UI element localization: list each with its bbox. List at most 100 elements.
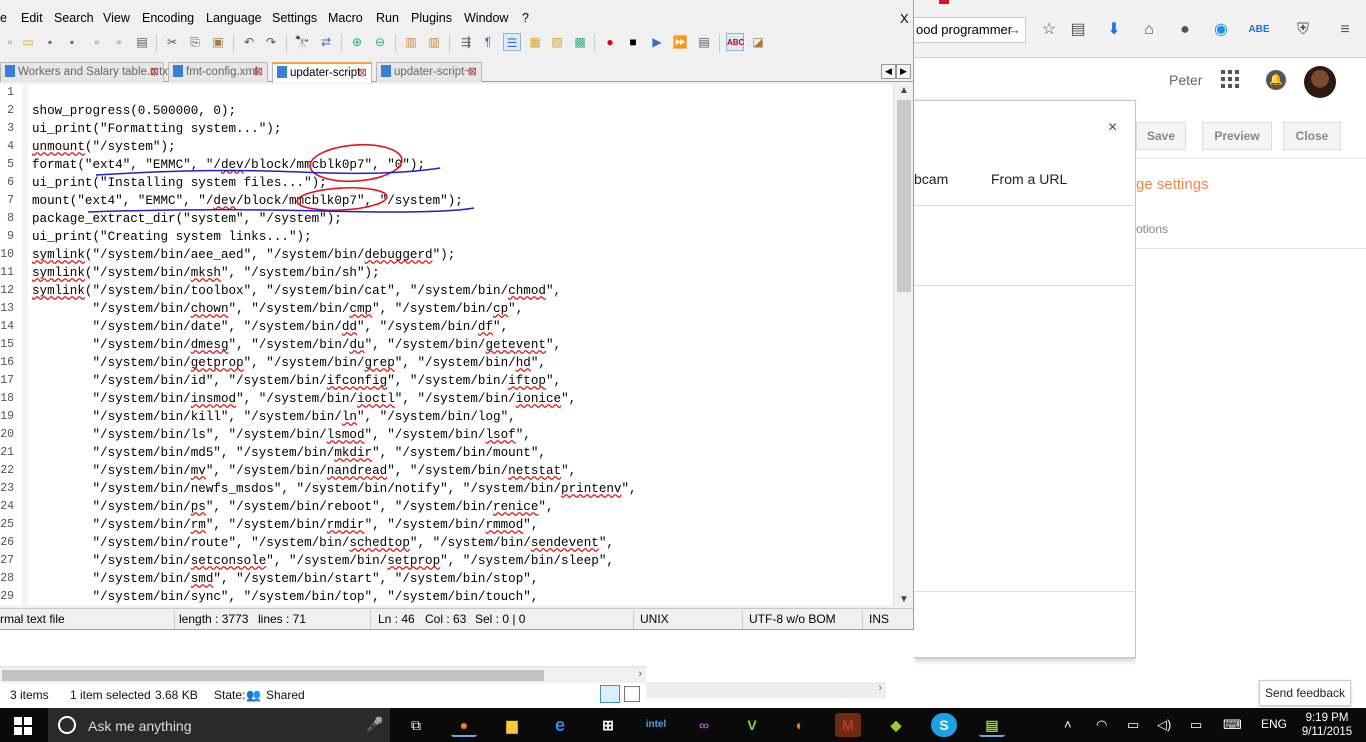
- file-explorer-icon[interactable]: ▆: [499, 713, 525, 737]
- skype-icon[interactable]: S: [931, 713, 957, 737]
- code-line[interactable]: symlink("/system/bin/mksh", "/system/bin…: [32, 264, 380, 282]
- keyboard-icon[interactable]: ⌨: [1223, 717, 1242, 733]
- record-macro-icon[interactable]: ●: [601, 33, 619, 51]
- code-line[interactable]: "/system/bin/md5", "/system/bin/mkdir", …: [32, 444, 545, 462]
- menu-macro[interactable]: Macro: [328, 11, 363, 25]
- visual-studio-icon[interactable]: ∞: [691, 713, 717, 737]
- encoding[interactable]: UTF-8 w/o BOM: [749, 612, 836, 626]
- send-feedback-button[interactable]: Send feedback: [1259, 680, 1351, 706]
- insert-mode[interactable]: INS: [869, 612, 889, 626]
- menu-run[interactable]: Run: [376, 11, 399, 25]
- go-arrow-icon[interactable]: →: [1008, 18, 1021, 42]
- close-icon[interactable]: ▫: [88, 33, 106, 51]
- code-line[interactable]: "/system/bin/kill", "/system/bin/ln", "/…: [32, 408, 515, 426]
- vim-icon[interactable]: V: [739, 713, 765, 737]
- firefox-dev-icon[interactable]: ◐: [787, 713, 813, 737]
- large-icons-view-icon[interactable]: [624, 686, 640, 702]
- volume-icon[interactable]: ◁): [1157, 717, 1171, 733]
- code-line[interactable]: symlink("/system/bin/aee_aed", "/system/…: [32, 246, 455, 264]
- notifications-bell-icon[interactable]: 🔔: [1266, 70, 1286, 90]
- menu-view[interactable]: View: [103, 11, 130, 25]
- tab-webcam[interactable]: bcam: [914, 171, 948, 187]
- indent-guide-icon[interactable]: ☰: [503, 33, 521, 51]
- tab-close-icon[interactable]: ⊠: [358, 64, 367, 82]
- code-line[interactable]: ui_print("Formatting system...");: [32, 120, 281, 138]
- user-name[interactable]: Peter: [1169, 72, 1202, 88]
- code-line[interactable]: "/system/bin/setconsole", "/system/bin/s…: [32, 552, 614, 570]
- code-line[interactable]: mount("ext4", "EMMC", "/dev/block/mmcblk…: [32, 192, 463, 210]
- preview-button[interactable]: Preview: [1202, 122, 1272, 150]
- save-button[interactable]: Save: [1136, 122, 1186, 150]
- menu-e[interactable]: e: [0, 11, 7, 25]
- print-icon[interactable]: ▤: [133, 33, 151, 51]
- scroll-right-arrow-icon[interactable]: ›: [878, 682, 882, 694]
- sync-h-icon[interactable]: ▥: [425, 33, 443, 51]
- file-tab[interactable]: updater-script ⊠: [272, 62, 372, 83]
- copy-icon[interactable]: ⎘: [186, 33, 204, 51]
- wifi-icon[interactable]: ◠: [1096, 717, 1107, 733]
- save-icon[interactable]: ▪: [41, 33, 59, 51]
- code-line[interactable]: ui_print("Installing system files...");: [32, 174, 327, 192]
- menu-[interactable]: ?: [522, 11, 529, 25]
- action-center-icon[interactable]: ▭: [1190, 717, 1202, 733]
- home-icon[interactable]: ⌂: [1138, 19, 1160, 41]
- menu-settings[interactable]: Settings: [272, 11, 317, 25]
- code-line[interactable]: "/system/bin/insmod", "/system/bin/ioctl…: [32, 390, 576, 408]
- code-editor[interactable]: 1 2 3 4 5 6 7 8 9 10 11 12 13 14 15 16 17 18 19 20 21 22 23 24 2…: [0, 84, 913, 606]
- cortana-search-box[interactable]: Ask me anything 🎤: [48, 708, 390, 742]
- input-language[interactable]: ENG: [1261, 717, 1287, 731]
- game-app-icon[interactable]: M: [835, 713, 861, 737]
- find-icon[interactable]: 🔭: [293, 33, 311, 51]
- file-tab[interactable]: updater-script~ ⊠: [376, 62, 482, 82]
- code-line[interactable]: "/system/bin/ls", "/system/bin/lsmod", "…: [32, 426, 530, 444]
- redo-icon[interactable]: ↷: [262, 33, 280, 51]
- code-line[interactable]: symlink("/system/bin/toolbox", "/system/…: [32, 282, 561, 300]
- close-button[interactable]: Close: [1283, 122, 1341, 150]
- vertical-scrollbar[interactable]: ▲ ▼: [893, 84, 913, 606]
- menu-encoding[interactable]: Encoding: [142, 11, 194, 25]
- abe-extension-icon[interactable]: ABE: [1248, 19, 1270, 41]
- undo-icon[interactable]: ↶: [240, 33, 258, 51]
- download-icon[interactable]: ⬇: [1103, 19, 1125, 41]
- show-all-chars-icon[interactable]: ¶: [479, 33, 497, 51]
- chrome-menu-icon[interactable]: ≡: [1334, 19, 1356, 41]
- replace-icon[interactable]: ⇄: [317, 33, 335, 51]
- scroll-right-arrow-icon[interactable]: ›: [638, 668, 642, 680]
- reader-icon[interactable]: ▤: [1067, 19, 1089, 41]
- tab-from-url[interactable]: From a URL: [991, 171, 1067, 187]
- save-all-icon[interactable]: ▪: [63, 33, 81, 51]
- firefox-icon[interactable]: ●: [451, 713, 477, 737]
- doc-map-icon[interactable]: ▦: [526, 33, 544, 51]
- menu-language[interactable]: Language: [206, 11, 262, 25]
- code-line[interactable]: "/system/bin/chown", "/system/bin/cmp", …: [32, 300, 523, 318]
- tab-scroll-left-icon[interactable]: ◀: [881, 64, 896, 79]
- zoom-out-icon[interactable]: ⊖: [371, 33, 389, 51]
- menu-edit[interactable]: Edit: [21, 11, 43, 25]
- android-icon[interactable]: ◆: [883, 713, 909, 737]
- cut-icon[interactable]: ✂: [163, 33, 181, 51]
- clock[interactable]: 9:19 PM 9/11/2015: [1297, 711, 1357, 739]
- code-line[interactable]: "/system/bin/mv", "/system/bin/nandread"…: [32, 462, 576, 480]
- chat-icon[interactable]: ●: [1174, 19, 1196, 41]
- paste-icon[interactable]: ▣: [209, 33, 227, 51]
- code-line[interactable]: "/system/bin/dmesg", "/system/bin/du", "…: [32, 336, 561, 354]
- code-line[interactable]: "/system/bin/id", "/system/bin/ifconfig"…: [32, 372, 561, 390]
- code-line[interactable]: unmount("/system");: [32, 138, 176, 156]
- tab-close-icon[interactable]: ⊠: [254, 63, 263, 81]
- options-label[interactable]: otions: [1136, 222, 1168, 236]
- task-view-icon[interactable]: ⧉: [403, 713, 429, 737]
- scroll-down-arrow-icon[interactable]: ▼: [899, 594, 909, 605]
- code-line[interactable]: package_extract_dir("system", "/system")…: [32, 210, 342, 228]
- code-line[interactable]: "/system/bin/date", "/system/bin/dd", "/…: [32, 318, 508, 336]
- code-line[interactable]: "/system/bin/rm", "/system/bin/rmdir", "…: [32, 516, 538, 534]
- scrollbar-thumb[interactable]: [2, 670, 544, 681]
- zoom-in-icon[interactable]: ⊕: [348, 33, 366, 51]
- tab-close-icon[interactable]: ⊠: [468, 63, 477, 81]
- horizontal-scrollbar[interactable]: ›: [646, 682, 886, 698]
- sync-v-icon[interactable]: ▥: [402, 33, 420, 51]
- shield-icon[interactable]: ⛨: [1292, 19, 1314, 41]
- folder-workspace-icon[interactable]: ▩: [571, 33, 589, 51]
- code-line[interactable]: "/system/bin/smd", "/system/bin/start", …: [32, 570, 538, 588]
- code-line[interactable]: ui_print("Creating system links...");: [32, 228, 312, 246]
- code-line[interactable]: show_progress(0.500000, 0);: [32, 102, 236, 120]
